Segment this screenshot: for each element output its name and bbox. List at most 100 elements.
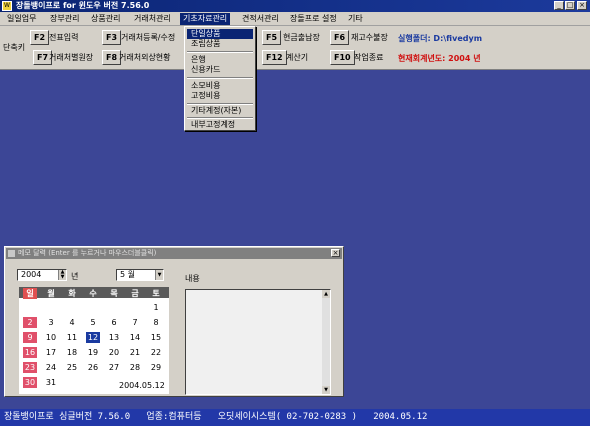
menu-separator — [187, 117, 253, 119]
calendar-day[interactable]: 4 — [65, 317, 79, 328]
key-caption: 거래처별원장 — [49, 53, 94, 62]
f5-button[interactable]: F5 현금출납장 — [262, 30, 332, 45]
menu-item-consumable-cost[interactable]: 소모비용 — [187, 81, 253, 91]
menu-daily[interactable]: 일일업무 — [4, 13, 39, 25]
calendar-day[interactable]: 11 — [65, 332, 79, 343]
calendar-day[interactable]: 31 — [44, 377, 58, 388]
menu-separator — [187, 103, 253, 105]
shortcut-label: 단축키 — [3, 43, 26, 52]
menu-ledger[interactable]: 장부관리 — [47, 13, 82, 25]
calendar-day[interactable]: 3 — [44, 317, 58, 328]
calendar-day[interactable]: 28 — [128, 362, 142, 373]
calendar-day[interactable]: 24 — [44, 362, 58, 373]
memo-title-bar: 메모 달력 (Enter 를 누르거나 마우스더블클릭) × — [6, 248, 342, 259]
vertical-scrollbar[interactable]: ▲ ▼ — [322, 290, 330, 394]
calendar-day[interactable]: 15 — [149, 332, 163, 343]
year-spinner[interactable]: 2004 ▲ ▼ — [17, 269, 67, 281]
key-label: F2 — [30, 30, 50, 45]
calendar-day[interactable]: 2 — [23, 317, 37, 328]
month-select[interactable]: 5 월 ▼ — [116, 269, 164, 281]
calendar-day[interactable]: 13 — [107, 332, 121, 343]
calendar-day[interactable]: 12 — [86, 332, 100, 343]
menu-item-other-account[interactable]: 기타계정(자본) — [187, 106, 253, 116]
f12-button[interactable]: F12 계산기 — [262, 50, 322, 65]
calendar-day[interactable]: 8 — [149, 317, 163, 328]
chevron-down-icon[interactable]: ▼ — [155, 270, 163, 280]
weekday-label: 금 — [131, 289, 139, 298]
menu-item-bank[interactable]: 은행 — [187, 55, 253, 65]
year-value: 2004 — [21, 270, 42, 279]
f3-button[interactable]: F3 거래처등록/수정 — [102, 30, 182, 45]
calendar-day[interactable]: 30 — [23, 377, 37, 388]
menu-products[interactable]: 상품관리 — [88, 13, 123, 25]
menu-settings[interactable]: 장돌프로 설정 — [287, 13, 340, 25]
key-caption: 거래처등록/수정 — [121, 33, 176, 42]
memo-window-icon — [8, 250, 15, 257]
year-suffix: 년 — [71, 272, 79, 281]
calendar-day[interactable]: 7 — [128, 317, 142, 328]
title-bar: W 장돌뱅이프로 for 윈도우 버전 7.56.0 _ □ × — [0, 0, 590, 12]
menu-bar: 일일업무 장부관리 상품관리 거래처관리 기초자료관리 견적서관리 장돌프로 설… — [0, 12, 590, 26]
weekday-label: 일 — [23, 288, 37, 299]
key-caption: 계산기 — [286, 53, 309, 62]
weekday-label: 월 — [47, 289, 55, 298]
menu-item-single-product[interactable]: 단일상품 — [187, 29, 253, 39]
f8-button[interactable]: F8 거래처외상현황 — [102, 50, 182, 65]
calendar-day[interactable]: 14 — [128, 332, 142, 343]
menu-separator — [187, 77, 253, 79]
menu-item-assembled-product[interactable]: 조립상품 — [187, 39, 253, 49]
weekday-header: 일 월 화 수 목 금 토 — [19, 287, 169, 299]
calendar-day[interactable]: 26 — [86, 362, 100, 373]
key-label: F3 — [102, 30, 122, 45]
menu-basic-data[interactable]: 기초자료관리 — [180, 13, 231, 25]
calendar-day[interactable]: 27 — [107, 362, 121, 373]
calendar-day[interactable]: 5 — [86, 317, 100, 328]
calendar-day[interactable]: 9 — [23, 332, 37, 343]
month-value: 5 월 — [120, 270, 135, 279]
menu-item-credit-card[interactable]: 신용카드 — [187, 65, 253, 75]
f7-button[interactable]: F7 거래처별원장 — [33, 50, 103, 65]
key-label: F5 — [262, 30, 282, 45]
minimize-button[interactable]: _ — [554, 1, 564, 10]
menu-estimates[interactable]: 견적서관리 — [239, 13, 282, 25]
f6-button[interactable]: F6 재고수불장 — [330, 30, 396, 45]
key-caption: 현금출납장 — [283, 33, 320, 42]
content-label: 내용 — [185, 274, 200, 283]
scroll-down-icon[interactable]: ▼ — [322, 386, 330, 394]
calendar-day[interactable]: 20 — [107, 347, 121, 358]
key-caption: 작업종료 — [354, 53, 384, 62]
spin-arrows-icon[interactable]: ▲ ▼ — [58, 270, 66, 280]
calendar-day[interactable]: 17 — [44, 347, 58, 358]
calendar-day[interactable]: 1 — [149, 302, 163, 313]
calendar-day[interactable]: 10 — [44, 332, 58, 343]
key-label: F6 — [330, 30, 350, 45]
menu-etc[interactable]: 기타 — [345, 13, 366, 25]
memo-text-area[interactable]: ▲ ▼ — [185, 289, 331, 395]
calendar-day[interactable]: 22 — [149, 347, 163, 358]
maximize-button[interactable]: □ — [565, 1, 575, 10]
calendar-day[interactable]: 23 — [23, 362, 37, 373]
calendar-day[interactable]: 16 — [23, 347, 37, 358]
calendar-day[interactable]: 19 — [86, 347, 100, 358]
close-button[interactable]: × — [577, 1, 587, 10]
menu-clients[interactable]: 거래처관리 — [131, 13, 174, 25]
menu-item-fixed-cost[interactable]: 고정비용 — [187, 91, 253, 101]
calendar-day[interactable]: 18 — [65, 347, 79, 358]
weekday-label: 목 — [110, 289, 118, 298]
weekday-label: 화 — [68, 289, 76, 298]
menu-item-internal-fixed-account[interactable]: 내부고정계정 — [187, 120, 253, 130]
f10-button[interactable]: F10 작업종료 — [330, 50, 396, 65]
scroll-up-icon[interactable]: ▲ — [322, 290, 330, 298]
calendar-day[interactable]: 21 — [128, 347, 142, 358]
key-caption: 전표입력 — [49, 33, 79, 42]
calendar-day[interactable]: 6 — [107, 317, 121, 328]
app-icon: W — [2, 1, 12, 11]
weekday-label: 수 — [89, 289, 97, 298]
memo-close-button[interactable]: × — [331, 249, 340, 257]
calendar-day[interactable]: 25 — [65, 362, 79, 373]
calendar-day[interactable]: 29 — [149, 362, 163, 373]
f2-button[interactable]: F2 전표입력 — [30, 30, 105, 45]
status-bar: 장돌뱅이프로 싱글버전 7.56.0 업종:컴퓨터등 오딧세이시스템( 02-7… — [0, 409, 590, 426]
window-title: 장돌뱅이프로 for 윈도우 버전 7.56.0 — [16, 1, 150, 10]
shortcut-toolbar: 단축키 F2 전표입력 F3 거래처등록/수정 F5 현금출납장 F6 재고수불… — [0, 26, 590, 70]
